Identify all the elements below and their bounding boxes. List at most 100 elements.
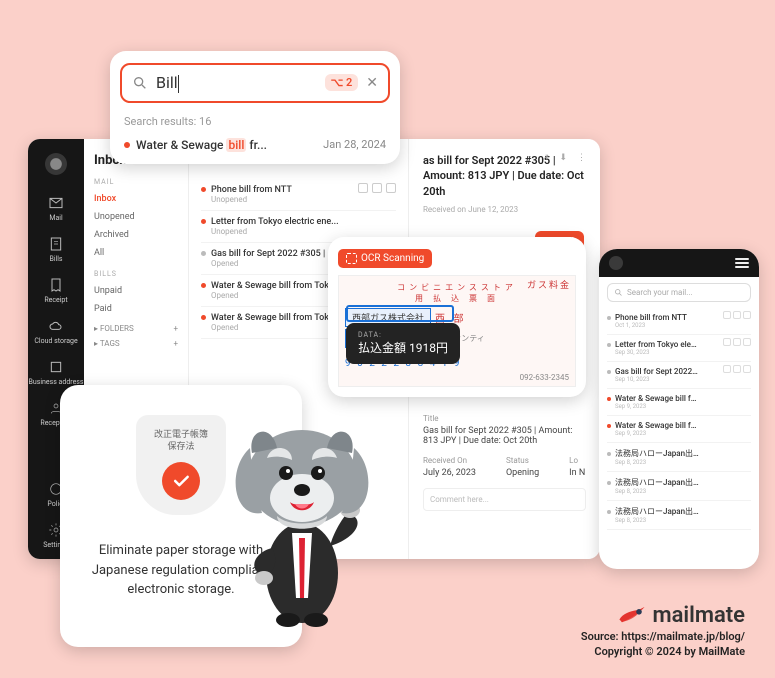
action-icon[interactable]: [733, 338, 741, 346]
mobile-row-icons: [723, 311, 751, 319]
nav-unpaid[interactable]: Unpaid: [94, 282, 178, 300]
search-input[interactable]: Bill: [156, 73, 317, 93]
mobile-mail-title: Water & Sewage bill from...: [607, 421, 699, 430]
search-icon: [614, 288, 623, 297]
doc-phone: 092-633-2345: [520, 373, 569, 382]
detail-top-icons: ↗ ⬇ ⋮: [542, 153, 586, 163]
nav-inbox[interactable]: Inbox: [94, 190, 178, 208]
action-icon[interactable]: [733, 365, 741, 373]
mobile-logo-icon: [609, 256, 623, 270]
mobile-mail-row[interactable]: Gas bill for Sept 2022 #3...Sep 10, 2023: [607, 362, 751, 389]
nav-paid[interactable]: Paid: [94, 300, 178, 318]
mobile-mail-title: Letter from Tokyo electric ene...: [607, 340, 699, 349]
action-icon[interactable]: [743, 365, 751, 373]
receipt-icon: [48, 277, 64, 293]
plus-icon[interactable]: +: [173, 324, 178, 333]
search-popup: Bill ⌥ 2 ✕ Search results: 16 Water & Se…: [110, 51, 400, 164]
close-icon[interactable]: ✕: [366, 75, 378, 91]
search-box[interactable]: Bill ⌥ 2 ✕: [120, 63, 390, 103]
address-icon: [48, 359, 64, 375]
action-icon[interactable]: [723, 338, 731, 346]
result-date: Jan 28, 2024: [323, 138, 386, 151]
mobile-mail-date: Sep 30, 2023: [615, 349, 751, 356]
mobile-mail-row[interactable]: Phone bill from NTTOct 1, 2023: [607, 308, 751, 335]
mobile-mail-title: 法務局ハローJapan出張所: [607, 477, 699, 488]
mobile-card: Search your mail... Phone bill from NTTO…: [599, 249, 759, 569]
brand-source: Source: https://mailmate.jp/blog/: [581, 630, 745, 643]
received-on-label: Received On: [423, 456, 467, 465]
comment-input[interactable]: Comment here...: [423, 488, 586, 511]
mobile-mail-row[interactable]: 法務局ハローJapan出張所Sep 8, 2023: [607, 472, 751, 501]
nav-all[interactable]: All: [94, 244, 178, 262]
nav-bills[interactable]: Bills: [48, 236, 64, 263]
location-value: In N: [569, 468, 585, 478]
mobile-search[interactable]: Search your mail...: [607, 283, 751, 302]
results-header: Search results: 16: [124, 115, 386, 128]
shield-text: 改正電子帳簿保存法: [154, 430, 208, 453]
nav-label: Mail: [49, 214, 62, 222]
row-action-icons: [358, 183, 396, 193]
group-label-mail: MAIL: [94, 178, 178, 186]
unread-dot-icon: [607, 510, 611, 514]
result-text: Water & Sewage bill fr...: [136, 138, 317, 152]
mobile-mail-date: Oct 1, 2023: [615, 322, 751, 329]
plus-icon[interactable]: +: [173, 339, 178, 348]
mobile-mail-row[interactable]: 法務局ハローJapan出張所Sep 8, 2023: [607, 501, 751, 530]
more-icon[interactable]: ⋮: [577, 153, 586, 163]
meta-title-value: Gas bill for Sept 2022 #305 | Amount: 81…: [423, 426, 586, 446]
nav-unopened[interactable]: Unopened: [94, 208, 178, 226]
mail-status: Unopened: [211, 227, 396, 236]
mascot-illustration: [222, 398, 382, 628]
status-value: Opening: [506, 468, 539, 478]
app-logo-icon: [45, 153, 67, 175]
unread-dot-icon: [607, 397, 611, 401]
mobile-mail-row[interactable]: Water & Sewage bill from...Sep 9, 2023: [607, 416, 751, 443]
nav-archived[interactable]: Archived: [94, 226, 178, 244]
nav-address[interactable]: Business address: [28, 359, 83, 386]
menu-icon[interactable]: [735, 258, 749, 268]
mobile-mail-row[interactable]: Water & Sewage bill from TokyoSep 9, 202…: [607, 389, 751, 416]
mobile-mail-list: Phone bill from NTTOct 1, 2023Letter fro…: [599, 308, 759, 530]
nav-mail[interactable]: Mail: [48, 195, 64, 222]
ocr-highlight-box: [346, 305, 454, 322]
unread-dot-icon: [201, 315, 206, 320]
search-result-row[interactable]: Water & Sewage bill fr... Jan 28, 2024: [120, 134, 390, 156]
ocr-card: OCR Scanning コンビニエンスストア 用 払 込 票 面 ガス料金 西…: [328, 237, 586, 397]
download-icon[interactable]: ⬇: [559, 153, 567, 163]
bills-icon: [48, 236, 64, 252]
action-icon[interactable]: [743, 338, 751, 346]
brand-footer: mailmate Source: https://mailmate.jp/blo…: [581, 603, 745, 658]
action-icon[interactable]: [386, 183, 396, 193]
shortcut-chip: ⌥ 2: [325, 74, 359, 91]
mail-row[interactable]: Phone bill from NTTUnopened: [201, 179, 396, 211]
unread-dot-icon: [201, 251, 206, 256]
mobile-mail-title: Water & Sewage bill from Tokyo: [607, 394, 699, 403]
mobile-mail-row[interactable]: Letter from Tokyo electric ene...Sep 30,…: [607, 335, 751, 362]
mobile-mail-title: Gas bill for Sept 2022 #3...: [607, 367, 699, 376]
doc-header2: 用 払 込 票 面: [345, 293, 569, 304]
unread-dot-icon: [124, 142, 130, 148]
brand-name: mailmate: [652, 603, 745, 628]
location-label: Lo: [569, 456, 578, 465]
mobile-mail-row[interactable]: 法務局ハローJapan出張所Sep 8, 2023: [607, 443, 751, 472]
ocr-badge: OCR Scanning: [338, 249, 432, 268]
action-icon[interactable]: [358, 183, 368, 193]
folders-row[interactable]: ▸ FOLDERS+: [94, 324, 178, 333]
tags-row[interactable]: ▸ TAGS+: [94, 339, 178, 348]
nav-receipt[interactable]: Receipt: [44, 277, 67, 304]
share-icon[interactable]: ↗: [542, 153, 550, 163]
mail-icon: [48, 195, 64, 211]
mobile-mail-date: Sep 8, 2023: [615, 459, 751, 466]
unread-dot-icon: [607, 452, 611, 456]
action-icon[interactable]: [723, 311, 731, 319]
mobile-mail-title: Phone bill from NTT: [607, 313, 699, 322]
nav-cloud[interactable]: Cloud storage: [34, 318, 77, 345]
action-icon[interactable]: [743, 311, 751, 319]
mobile-mail-date: Sep 8, 2023: [615, 517, 751, 524]
detail-meta: Title Gas bill for Sept 2022 #305 | Amou…: [423, 414, 586, 511]
action-icon[interactable]: [733, 311, 741, 319]
received-text: Received on June 12, 2023: [423, 205, 586, 214]
action-icon[interactable]: [723, 365, 731, 373]
action-icon[interactable]: [372, 183, 382, 193]
unread-dot-icon: [201, 187, 206, 192]
